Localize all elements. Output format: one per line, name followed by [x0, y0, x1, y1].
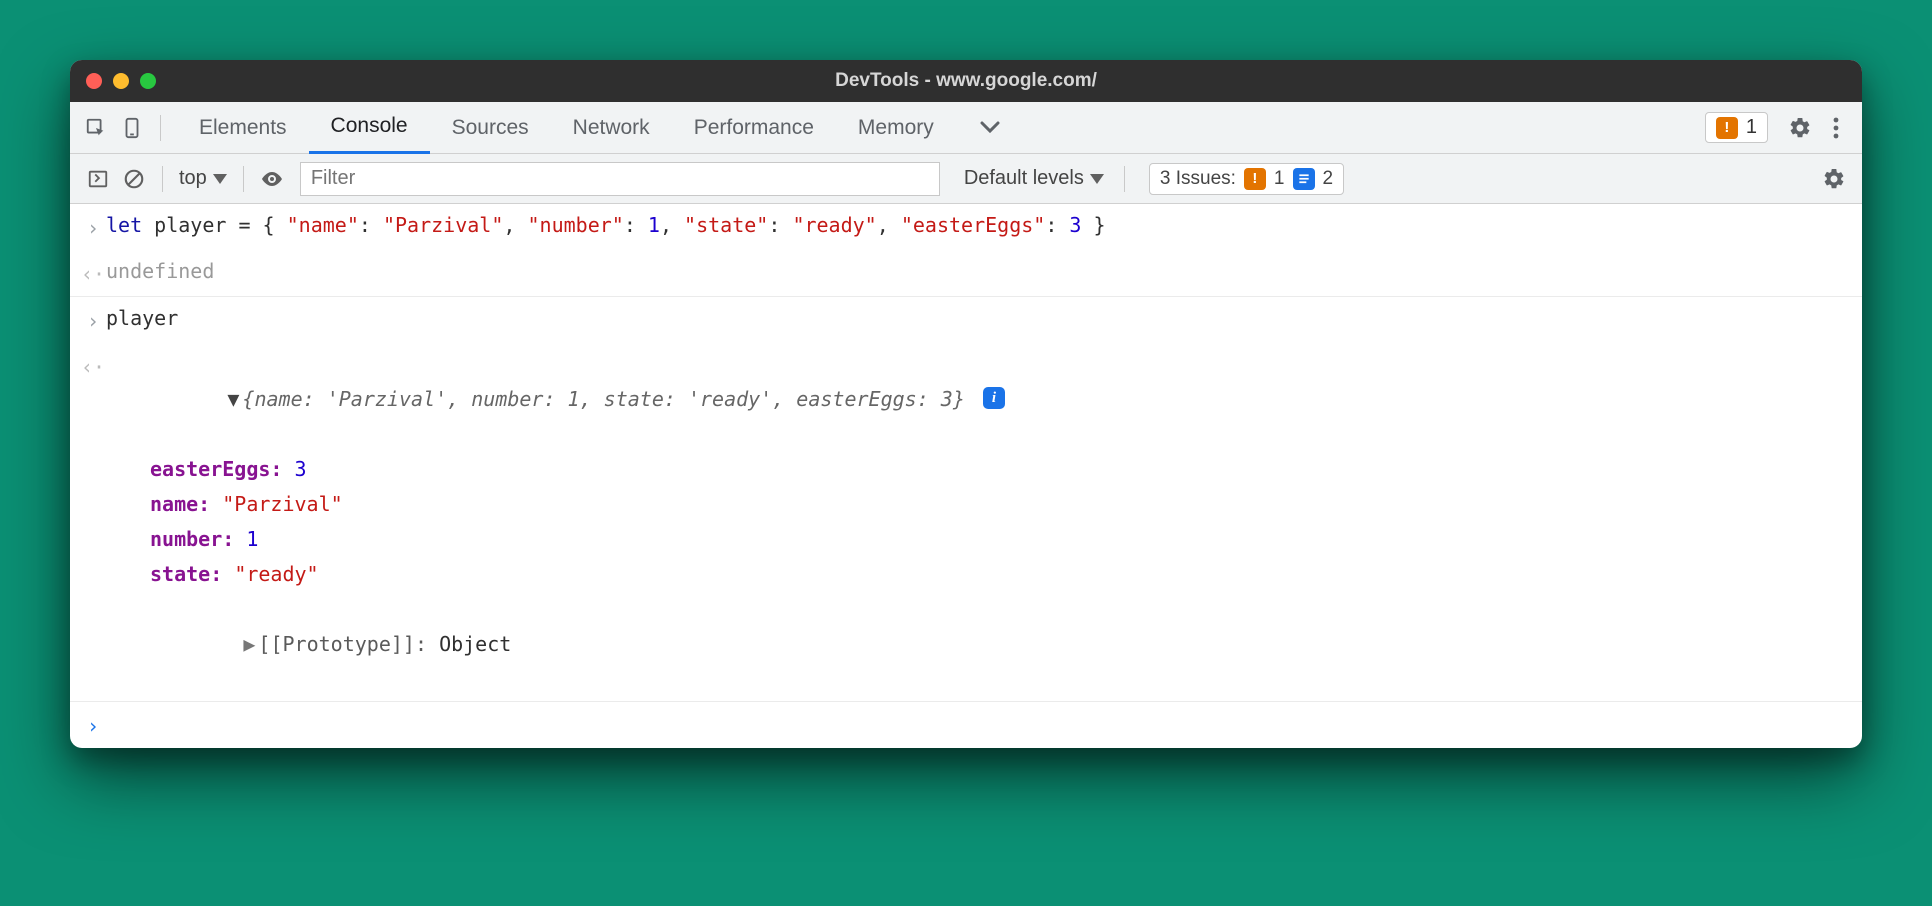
console-result-row: ‹· undefined — [70, 250, 1862, 297]
info-icon — [1293, 168, 1315, 190]
maximize-button[interactable] — [140, 73, 156, 89]
levels-label: Default levels — [964, 167, 1084, 190]
inspect-element-icon[interactable] — [78, 110, 114, 146]
console-prompt[interactable] — [106, 706, 118, 741]
devtools-window: DevTools - www.google.com/ Elements Cons… — [70, 60, 1862, 748]
device-toolbar-icon[interactable] — [114, 110, 150, 146]
close-button[interactable] — [86, 73, 102, 89]
context-selector[interactable]: top — [173, 164, 233, 193]
divider — [243, 166, 244, 192]
issues-label: 3 Issues: — [1160, 168, 1236, 190]
chevron-down-icon — [213, 174, 227, 184]
divider — [1124, 166, 1125, 192]
output-chevron-icon: ‹· — [80, 347, 106, 385]
warning-count: 1 — [1746, 116, 1757, 139]
divider — [160, 115, 161, 141]
console-prompt-row[interactable]: › — [70, 702, 1862, 748]
input-chevron-icon: › — [80, 301, 106, 339]
tab-elements[interactable]: Elements — [177, 102, 309, 154]
settings-icon[interactable] — [1782, 110, 1818, 146]
warning-icon: ! — [1716, 117, 1738, 139]
context-label: top — [179, 167, 207, 190]
info-icon[interactable]: i — [983, 387, 1005, 409]
prototype-row[interactable]: ▶[[Prototype]]: Object — [106, 592, 1850, 697]
window-title: DevTools - www.google.com/ — [70, 70, 1862, 92]
console-output: › let player = { "name": "Parzival", "nu… — [70, 204, 1862, 748]
warning-icon: ! — [1244, 168, 1266, 190]
chevron-down-icon — [1090, 174, 1104, 184]
tab-sources[interactable]: Sources — [430, 102, 551, 154]
tabs-overflow[interactable] — [956, 102, 1024, 154]
console-sidebar-toggle-icon[interactable] — [80, 161, 116, 197]
issues-link[interactable]: 3 Issues: ! 1 2 — [1149, 163, 1344, 195]
input-chevron-icon: › — [80, 208, 106, 246]
panel-tabbar: Elements Console Sources Network Perform… — [70, 102, 1862, 154]
object-property[interactable]: state: "ready" — [122, 557, 1850, 592]
console-toolbar: top Default levels 3 Issues: ! 1 2 — [70, 154, 1862, 204]
tab-network[interactable]: Network — [551, 102, 672, 154]
tab-performance[interactable]: Performance — [672, 102, 836, 154]
object-property[interactable]: name: "Parzival" — [122, 487, 1850, 522]
log-levels-selector[interactable]: Default levels — [954, 164, 1114, 193]
disclosure-triangle-icon[interactable]: ▶ — [242, 627, 256, 662]
object-summary: {name: 'Parzival', number: 1, state: 're… — [242, 387, 964, 411]
kebab-menu-icon[interactable] — [1818, 110, 1854, 146]
prototype-value: Object — [439, 632, 511, 656]
filter-input[interactable] — [300, 162, 940, 196]
prototype-label: [[Prototype]] — [258, 632, 415, 656]
object-property-list: easterEggs: 3name: "Parzival"number: 1st… — [106, 452, 1850, 592]
tab-console[interactable]: Console — [309, 102, 430, 154]
issues-info-count: 2 — [1323, 168, 1334, 190]
prompt-chevron-icon: › — [80, 706, 106, 744]
code-line[interactable]: let player = { "name": "Parzival", "numb… — [106, 208, 1106, 243]
clear-console-icon[interactable] — [116, 161, 152, 197]
tab-memory[interactable]: Memory — [836, 102, 956, 154]
issues-warn-count: 1 — [1274, 168, 1285, 190]
object-property[interactable]: number: 1 — [122, 522, 1850, 557]
divider — [162, 166, 163, 192]
console-result-row: ‹· ▼{name: 'Parzival', number: 1, state:… — [70, 343, 1862, 702]
object-property[interactable]: easterEggs: 3 — [122, 452, 1850, 487]
result-undefined: undefined — [106, 254, 214, 289]
minimize-button[interactable] — [113, 73, 129, 89]
warning-indicator[interactable]: ! 1 — [1705, 112, 1768, 143]
console-input-row: › player — [70, 297, 1862, 343]
object-summary-line[interactable]: ▼{name: 'Parzival', number: 1, state: 'r… — [106, 347, 1850, 452]
code-line[interactable]: player — [106, 301, 178, 336]
object-view[interactable]: ▼{name: 'Parzival', number: 1, state: 'r… — [106, 347, 1850, 697]
disclosure-triangle-icon[interactable]: ▼ — [226, 382, 240, 417]
live-expression-icon[interactable] — [254, 161, 290, 197]
console-input-row: › let player = { "name": "Parzival", "nu… — [70, 204, 1862, 250]
console-settings-icon[interactable] — [1816, 161, 1852, 197]
titlebar: DevTools - www.google.com/ — [70, 60, 1862, 102]
panel-tabs: Elements Console Sources Network Perform… — [177, 102, 1024, 154]
output-chevron-icon: ‹· — [80, 254, 106, 292]
traffic-lights — [70, 73, 156, 89]
